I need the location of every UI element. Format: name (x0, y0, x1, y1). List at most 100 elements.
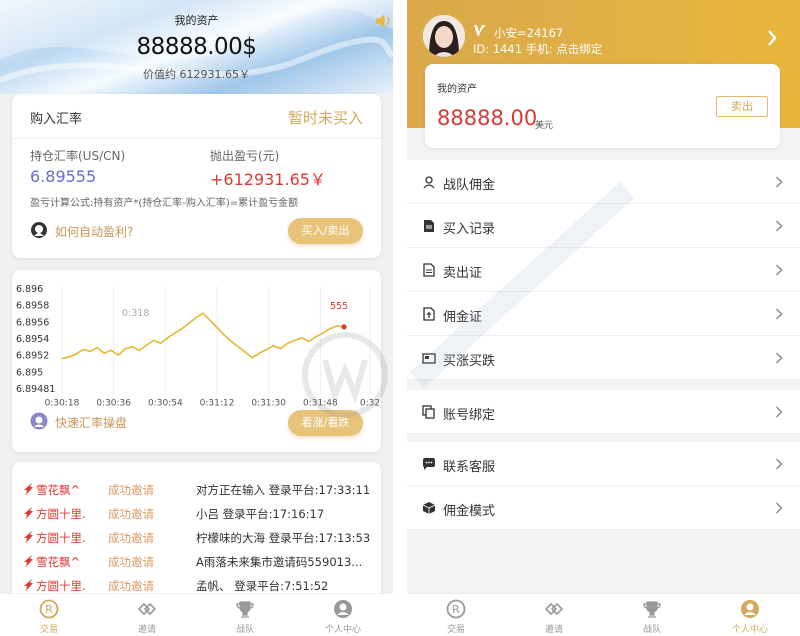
tab-trophy[interactable]: 战队 (603, 594, 701, 636)
data-point (146, 344, 148, 346)
tab-user[interactable]: 个人中心 (701, 594, 799, 636)
inviter-name: 方圆十里. (36, 531, 86, 545)
rocket-icon (24, 507, 33, 519)
data-point (61, 358, 63, 360)
invite-detail: 柠檬味的大海 登录平台:17:13:53 (196, 531, 371, 545)
menu-item-label: 账号绑定 (443, 408, 496, 423)
profile-screen: 小安=24167 ID: 1441 手机: 点击绑定 我的资产 88888.00… (407, 0, 800, 636)
invite-status: 成功邀请 (108, 483, 154, 497)
data-point (174, 332, 176, 334)
x-tick-label: 0:30:36 (96, 399, 131, 409)
tab-label: 交易 (446, 625, 465, 635)
speaker-icon[interactable] (374, 12, 393, 30)
chevron-right-icon (776, 406, 783, 418)
invite-detail: 对方正在输入 登录平台:17:33:11 (196, 483, 371, 497)
data-point (188, 322, 190, 324)
data-point (336, 325, 338, 327)
menu-item[interactable]: 佣金模式 (407, 486, 800, 530)
data-point (322, 332, 324, 334)
commission-icon (423, 307, 435, 321)
data-point (294, 339, 296, 342)
asset-label: 我的资产 (437, 84, 477, 95)
y-tick-label: 6.8956 (16, 317, 49, 328)
asset-label: 我的资产 (174, 14, 219, 27)
data-point (308, 340, 310, 342)
menu-group-account: 账号绑定 (407, 390, 800, 434)
data-point (301, 337, 303, 339)
chevron-right-icon[interactable] (767, 30, 777, 46)
menu-item-label: 联系客服 (443, 460, 496, 475)
rate-series-line (61, 312, 345, 360)
data-point (251, 357, 253, 359)
rocket-icon (24, 579, 33, 591)
tab-user[interactable]: 个人中心 (294, 594, 392, 636)
y-tick-label: 6.8952 (16, 351, 49, 362)
y-tick-label: 6.8958 (16, 301, 49, 312)
profit-formula: 盈亏计算公式:持有资产*(持仓汇率-购入汇率)=累计盈亏金额 (30, 198, 299, 209)
data-point (329, 328, 331, 330)
menu-item-label: 买入记录 (443, 222, 496, 237)
chevron-right-icon (776, 176, 783, 188)
menu-item[interactable]: 卖出证 (407, 248, 800, 292)
buy-status: 暂时未买入 (287, 109, 363, 127)
tab-label: 战队 (642, 625, 661, 635)
tab-invite[interactable]: 邀请 (98, 594, 196, 636)
help-avatar-icon (31, 222, 47, 238)
rate-line-chart: 0:30:18 0:30:36 0:30:54 0:31:12 0:31:30 0:31:… (16, 284, 380, 409)
data-point (124, 348, 127, 350)
bottom-tab-bar: R 交易 邀请 战队 个人中心 (407, 593, 800, 636)
profit-loss-value: +612931.65￥ (210, 170, 326, 189)
data-point (138, 349, 141, 352)
data-point (287, 342, 289, 344)
trade-icon: R (39, 599, 59, 619)
data-point (272, 345, 275, 347)
sell-button[interactable]: 卖出 (716, 96, 768, 117)
data-point (181, 328, 183, 330)
menu-item[interactable]: 账号绑定 (407, 390, 800, 434)
menu-item[interactable]: 战队佣金 (407, 160, 800, 204)
invite-status: 成功邀请 (108, 531, 154, 545)
chart-annotation: 555 (330, 301, 348, 312)
rocket-icon (24, 555, 33, 567)
auto-profit-link[interactable]: 如何自动盈利? (55, 223, 133, 240)
tab-label: 战队 (235, 625, 254, 635)
screen-divider (393, 0, 407, 636)
menu-item[interactable]: 买入记录 (407, 204, 800, 248)
menu-item[interactable]: 联系客服 (407, 442, 800, 486)
user-id-phone[interactable]: ID: 1441 手机: 点击绑定 (473, 41, 602, 57)
tab-trophy[interactable]: 战队 (196, 594, 294, 636)
rise-fall-button[interactable]: 看涨/看跌 (288, 410, 363, 436)
menu-item[interactable]: 佣金证 (407, 292, 800, 336)
data-point (223, 334, 225, 336)
menu-item[interactable]: 买涨买跌 (407, 336, 800, 380)
data-point (279, 348, 282, 350)
data-point (237, 346, 239, 348)
quick-trade-label[interactable]: 快速汇率操盘 (55, 414, 127, 431)
data-point (96, 347, 98, 349)
tab-label: 交易 (39, 625, 58, 635)
chart-annotation: 0:318 (122, 308, 149, 319)
asset-unit: 美元 (535, 121, 554, 131)
tab-trade[interactable]: R 交易 (407, 594, 505, 636)
tab-label: 个人中心 (324, 625, 361, 635)
avatar[interactable] (423, 15, 465, 57)
data-point (75, 353, 77, 355)
user-outline-icon (423, 176, 435, 189)
asset-amount: 88888.00 (437, 106, 538, 130)
chat-icon (423, 458, 435, 470)
chevron-right-icon (776, 458, 783, 470)
inviter-name: 方圆十里. (36, 579, 86, 593)
x-tick-label: 0:32 (360, 399, 380, 409)
tab-trade[interactable]: R 交易 (0, 594, 98, 636)
buy-sell-button[interactable]: 买入/卖出 (288, 218, 363, 244)
rate-card: 购入汇率 暂时未买入 持仓汇率(US/CN) 抛出盈亏(元) 6.89555 +… (12, 94, 381, 258)
tab-invite[interactable]: 邀请 (505, 594, 603, 636)
data-point (68, 356, 70, 358)
quick-trade-icon (30, 412, 48, 430)
chevron-right-icon (776, 308, 783, 320)
y-tick-label: 6.89481 (16, 384, 55, 395)
hold-rate-label: 持仓汇率(US/CN) (30, 149, 126, 163)
menu-group-service: 联系客服 佣金模式 (407, 442, 800, 530)
menu-item-label: 佣金模式 (443, 504, 496, 519)
copy-icon (422, 405, 435, 419)
